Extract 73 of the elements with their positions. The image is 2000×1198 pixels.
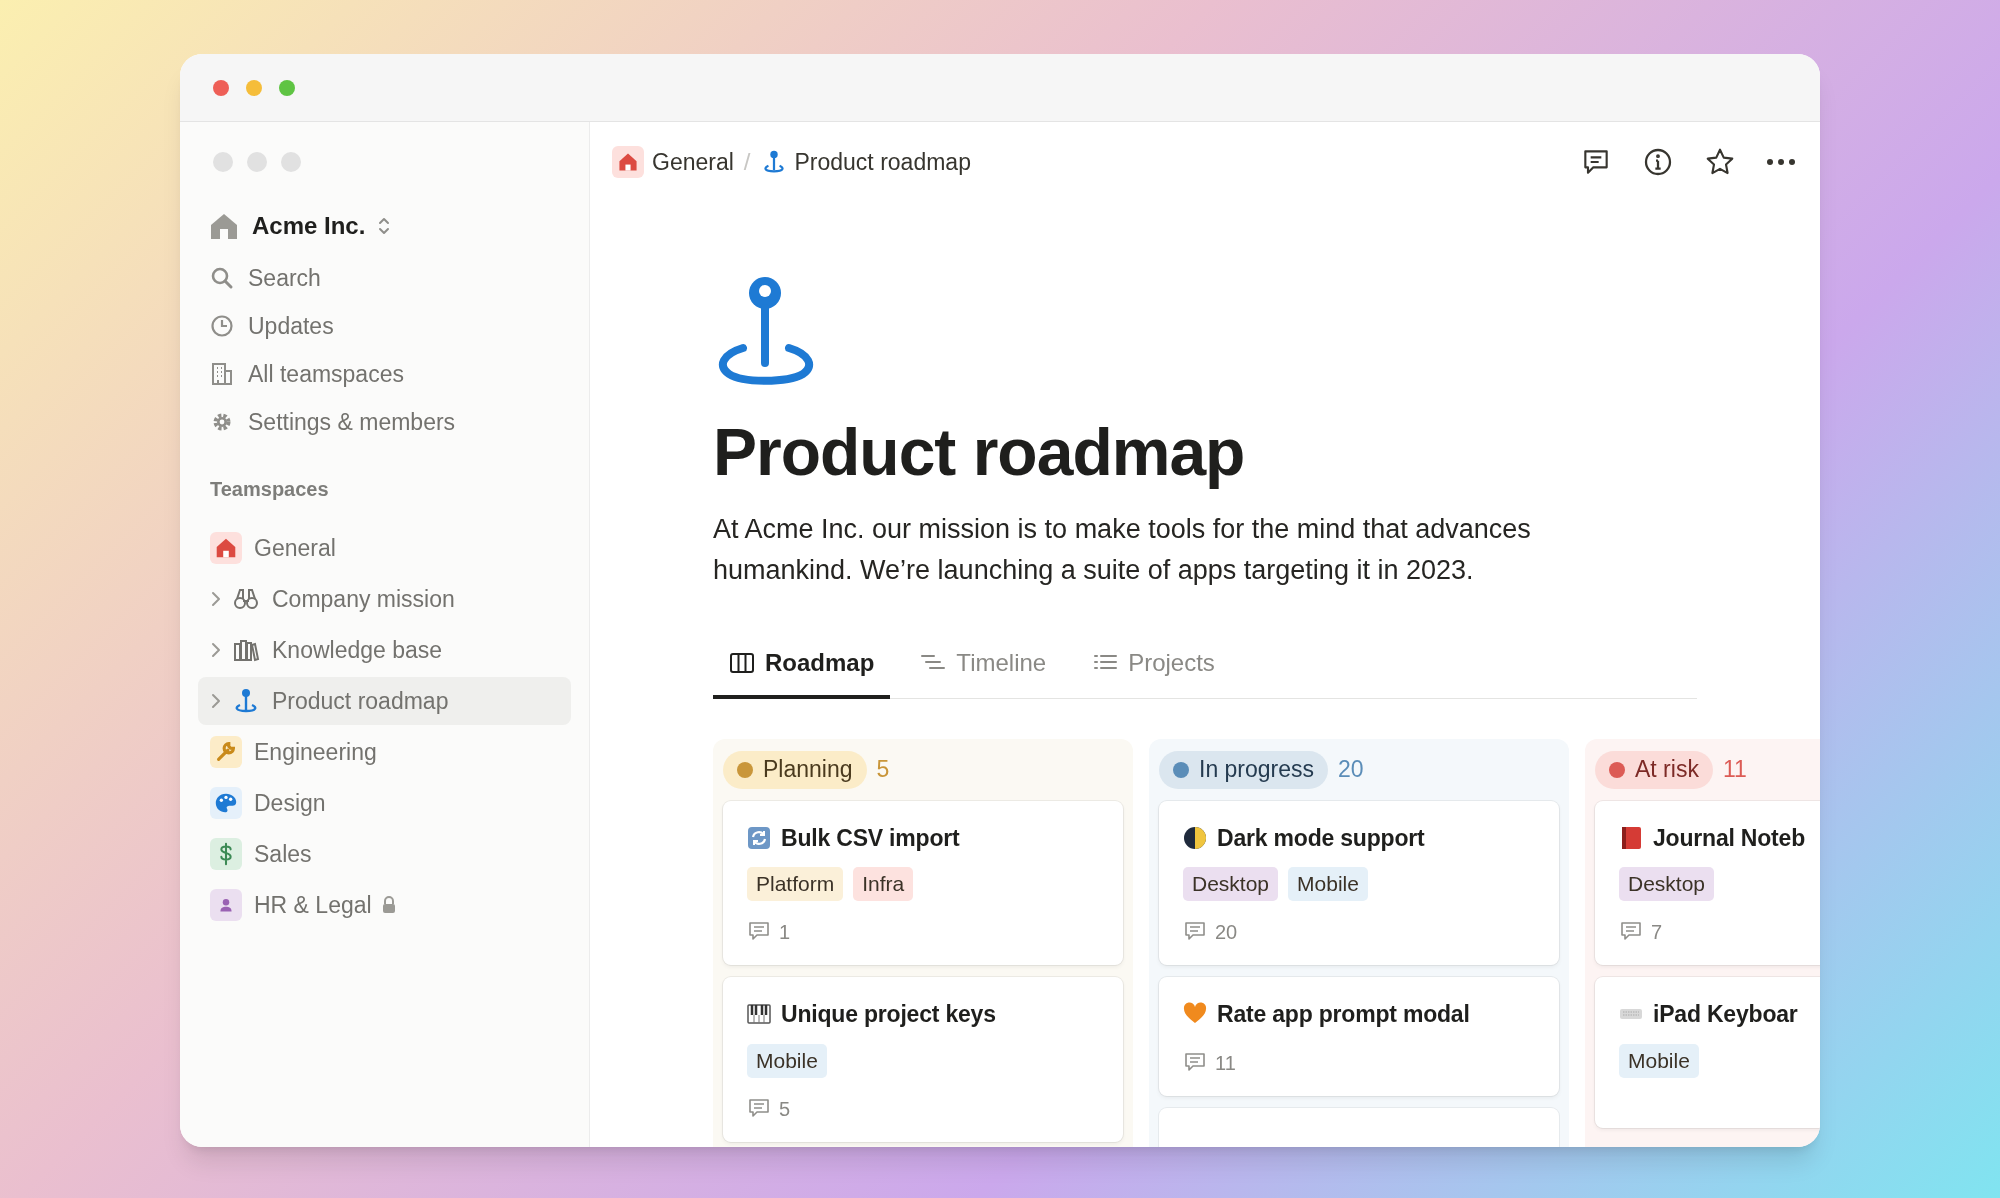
comment-count: 5 [779,1096,791,1122]
building-icon [210,362,234,386]
book-icon [1619,825,1643,850]
teamspace-item[interactable]: Design [198,779,571,827]
comment-count: 1 [779,920,791,946]
card-title: Dark mode support [1217,823,1425,853]
count-label: 20 [1338,755,1364,785]
status-label: In progress [1159,750,1329,789]
board-card[interactable]: iPad Keyboar Mobile [1595,977,1820,1128]
breadcrumb-link[interactable]: Product roadmap [760,144,971,180]
card-title: Unique project keys [781,1000,996,1030]
board-card[interactable]: Rate app prompt modal 11 [1159,977,1559,1096]
breadcrumb-link[interactable]: General [612,144,734,180]
tag: Mobile [747,1043,827,1078]
count-label: 5 [876,755,890,785]
breadcrumb-separator: / [743,147,751,177]
wrench-icon [210,736,242,768]
board-card[interactable]: Dark mode support Desktop Mobile 20 [1159,800,1559,966]
teamspace-item[interactable]: Knowledge base [198,626,571,674]
page-description: At Acme Inc. our mission is to make tools for the mind that advances humankind. We’re launching a suite of apps targeting it in 2023. [713,512,1532,587]
comment-count: 11 [1215,1050,1236,1076]
board-card[interactable]: Bulk CSV import Platform Infra 1 [723,800,1123,966]
card-title: Journal Noteb [1653,823,1806,853]
board-card[interactable]: Journal Noteb Desktop 7 [1595,800,1820,966]
status-label: Planning [723,750,867,789]
more-icon[interactable] [1766,158,1796,166]
teamspace-item[interactable]: Sales [198,830,571,878]
nav-item[interactable]: Search [198,254,571,302]
piano-icon [747,1002,771,1027]
sync-icon [747,825,771,850]
view-tab[interactable]: Projects [1076,644,1231,699]
section-title: Teamspaces [209,477,330,502]
count-label: 11 [1722,755,1747,785]
workspace-switcher[interactable]: Acme Inc. [198,204,571,248]
teamspace-item[interactable]: Engineering [198,728,571,776]
person-icon [210,889,242,921]
nav-item[interactable]: Updates [198,302,571,350]
clock-icon [210,314,234,338]
tag: Mobile [1619,1043,1699,1078]
comment-count: 7 [1651,920,1663,946]
teamspace-item[interactable]: General [198,524,571,572]
house-icon [210,532,242,564]
workspace-name: Acme Inc. [252,211,366,241]
palette-icon [210,787,242,819]
tag: Infra [853,867,914,902]
page-title: Product roadmap [713,416,1246,489]
window-control-icon [281,152,301,172]
teamspace-item[interactable]: Product roadmap [198,677,571,725]
teamspace-item[interactable]: Company mission [198,575,571,623]
close-button[interactable] [213,79,229,96]
tag: Desktop [1619,867,1715,902]
teamspace-item[interactable]: HR & Legal [198,881,571,929]
moon-icon [1183,825,1207,850]
tag: Desktop [1183,867,1279,902]
view-tab[interactable]: Roadmap [713,644,891,699]
info-icon[interactable] [1642,146,1674,178]
card-title: iPad Keyboar [1653,1000,1798,1030]
view-tab[interactable]: Timeline [904,644,1063,699]
nav-item[interactable]: Settings & members [198,398,571,446]
dollar-icon [210,838,242,870]
window-control-icon [213,152,233,172]
tag: Mobile [1288,867,1368,902]
status-label: At risk [1595,750,1713,789]
house-icon [208,211,240,241]
nav-item[interactable]: All teamspaces [198,350,571,398]
window-control-icon [247,152,267,172]
card-title: Bulk CSV import [781,823,960,853]
comment-count: 20 [1215,920,1238,946]
chevron-updown-icon [377,215,392,237]
card-title: Rate app prompt modal [1217,1000,1470,1030]
tag: Platform [747,867,844,902]
search-icon [210,266,234,290]
board-card[interactable]: Unique project keys Mobile 5 [723,977,1123,1142]
